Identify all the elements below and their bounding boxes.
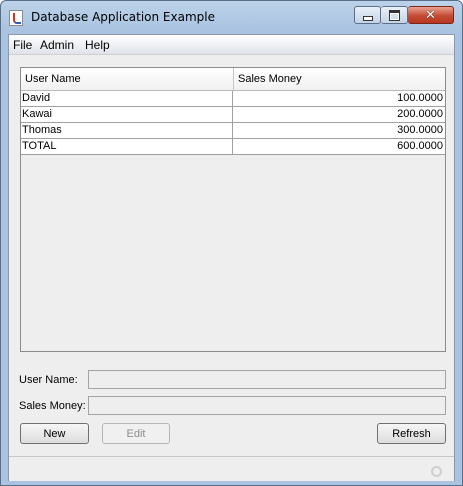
menu-help[interactable]: Help — [85, 38, 110, 52]
minimize-icon — [362, 15, 373, 21]
table-row[interactable]: Thomas 300.0000 — [21, 123, 445, 139]
sales-money-cell[interactable]: 200.0000 — [233, 107, 445, 122]
busy-indicator-icon — [431, 466, 442, 477]
table-row[interactable]: David 100.0000 — [21, 91, 445, 107]
maximize-button[interactable] — [381, 6, 408, 24]
user-name-cell[interactable]: Kawai — [21, 107, 233, 122]
sales-table[interactable]: User Name Sales Money David 100.0000 Kaw… — [20, 67, 446, 352]
user-name-label: User Name: — [19, 374, 78, 386]
new-button[interactable]: New — [20, 423, 89, 444]
menu-file[interactable]: File — [13, 38, 32, 52]
table-row-total[interactable]: TOTAL 600.0000 — [21, 139, 445, 155]
menu-bar: File Admin Help — [9, 35, 454, 55]
title-bar[interactable]: Database Application Example ✕ — [1, 1, 462, 34]
user-name-field[interactable] — [88, 370, 446, 389]
menu-admin[interactable]: Admin — [40, 38, 74, 52]
user-name-cell[interactable]: TOTAL — [21, 139, 233, 154]
refresh-button[interactable]: Refresh — [377, 423, 446, 444]
java-coffee-cup-icon[interactable] — [9, 10, 23, 26]
window-content: File Admin Help User Name Sales Money Da… — [8, 34, 455, 481]
table-header: User Name Sales Money — [21, 68, 445, 91]
status-bar — [9, 456, 454, 481]
user-name-cell[interactable]: David — [21, 91, 233, 106]
column-header-user-name[interactable]: User Name — [21, 68, 234, 90]
user-name-cell[interactable]: Thomas — [21, 123, 233, 138]
close-button[interactable]: ✕ — [408, 6, 454, 24]
edit-button[interactable]: Edit — [102, 423, 170, 444]
window-title: Database Application Example — [31, 10, 215, 24]
table-row[interactable]: Kawai 200.0000 — [21, 107, 445, 123]
sales-money-label: Sales Money: — [19, 400, 86, 412]
sales-money-cell[interactable]: 600.0000 — [233, 139, 445, 154]
column-header-sales-money[interactable]: Sales Money — [234, 68, 445, 90]
close-icon: ✕ — [425, 7, 436, 23]
sales-money-cell[interactable]: 300.0000 — [233, 123, 445, 138]
sales-money-cell[interactable]: 100.0000 — [233, 91, 445, 106]
maximize-icon — [388, 9, 400, 21]
table-body: David 100.0000 Kawai 200.0000 Thomas 300… — [21, 91, 445, 155]
application-window: Database Application Example ✕ File Admi… — [0, 0, 463, 486]
sales-money-field[interactable] — [88, 396, 446, 415]
minimize-button[interactable] — [354, 6, 381, 24]
